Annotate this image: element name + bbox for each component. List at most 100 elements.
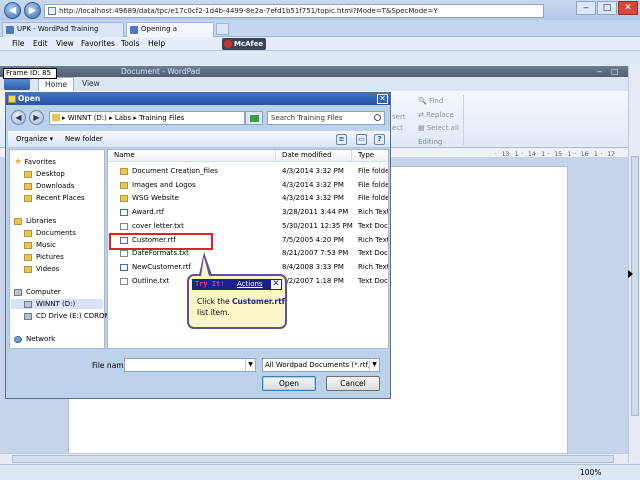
callout-close-icon[interactable]: ✕ [270, 279, 282, 290]
tab-opening-document[interactable]: Opening a Document [126, 22, 214, 46]
network-icon [14, 336, 22, 343]
browser-title-bar: ◀ ▶ http://localhost:49689/data/tpc/e17c… [0, 0, 640, 20]
new-folder-button[interactable]: New folder [65, 134, 103, 145]
file-row[interactable]: Document Creation_files 4/3/2014 3:32 PM F… [108, 165, 388, 178]
file-type-select[interactable]: All Wordpad Documents (*.rtf, *. ▼ [262, 358, 380, 372]
scroll-thumb[interactable] [12, 455, 614, 463]
chevron-down-icon[interactable]: ▼ [245, 359, 255, 371]
file-row[interactable]: WSG Website 4/3/2014 3:32 PM File folder [108, 192, 389, 205]
horizontal-scrollbar[interactable] [0, 453, 628, 464]
menu-favorites[interactable]: Favorites [81, 38, 115, 50]
file-date: 3/28/2011 3:44 PM [282, 208, 349, 217]
videos-icon [24, 266, 32, 273]
text-file-icon [120, 277, 128, 285]
breadcrumb-text: ▸ WINNT (D:) ▸ Labs ▸ Training Files [62, 114, 185, 122]
file-name: Award.rtf [132, 208, 165, 217]
chevron-down-icon[interactable]: ▼ [369, 359, 379, 371]
dialog-close-button[interactable]: ✕ [377, 94, 388, 104]
nav-documents[interactable]: Documents [24, 228, 76, 238]
dialog-forward-button[interactable]: ▶ [29, 110, 44, 125]
file-name-input[interactable]: ▼ [124, 358, 256, 372]
nav-recent-places[interactable]: Recent Places [24, 193, 85, 203]
refresh-icon [250, 115, 259, 122]
dialog-back-button[interactable]: ◀ [11, 110, 26, 125]
view-options-icon[interactable]: ≡ [336, 134, 347, 145]
page-icon [130, 26, 138, 34]
file-date: 5/30/2011 12:35 PM [282, 221, 353, 230]
file-row[interactable]: NewCustomer.rtf 8/4/2008 3:33 PM Rich Text… [108, 261, 389, 274]
tab-upk-training[interactable]: UPK - WordPad Training [2, 22, 124, 37]
dialog-title: Open [18, 94, 41, 103]
nav-computer[interactable]: Computer [14, 287, 61, 297]
file-type-value: All Wordpad Documents (*.rtf, *. [265, 361, 379, 369]
ruler-mark: · [613, 151, 616, 158]
zoom-level[interactable]: 100% [580, 467, 601, 479]
nav-pictures[interactable]: Pictures [24, 252, 64, 262]
mcafee-button[interactable]: McAfee [222, 38, 267, 50]
refresh-button[interactable] [245, 111, 263, 125]
forward-button[interactable]: ▶ [24, 2, 41, 19]
nav-network[interactable]: Network [14, 334, 55, 344]
wordpad-minimize-icon[interactable]: ‒ [597, 67, 602, 76]
organize-button[interactable]: Organize ▾ [16, 134, 53, 145]
wordpad-maximize-icon[interactable]: □ [611, 67, 619, 76]
file-date: 4/3/2014 3:32 PM [282, 167, 344, 175]
callout-text: Click the Customer.rtf list item. [197, 297, 285, 317]
help-icon[interactable]: ? [374, 134, 385, 145]
ribbon-tab-view[interactable]: View [82, 78, 100, 90]
column-header-name[interactable]: Name [108, 150, 276, 162]
preview-pane-icon[interactable]: ▭ [356, 134, 367, 145]
file-row[interactable]: Award.rtf 3/28/2011 3:44 PM Rich Text Fo [108, 206, 388, 219]
cd-drive-icon [24, 313, 32, 320]
nav-libraries[interactable]: Libraries [14, 216, 56, 226]
file-row[interactable]: cover letter.txt 5/30/2011 12:35 PM Text D… [108, 220, 388, 233]
nav-winnt-drive[interactable]: WINNT (D:) [11, 299, 103, 309]
column-header-type[interactable]: Type [352, 150, 388, 162]
frame-id-label: Frame ID: 85 [3, 68, 57, 79]
nav-favorites[interactable]: ★ Favorites [14, 157, 56, 167]
file-date: 7/2/2007 1:18 PM [282, 276, 344, 285]
wordpad-menu-button[interactable] [4, 78, 30, 90]
find-button[interactable]: 🔍 Find [418, 97, 443, 105]
new-tab-button[interactable] [216, 23, 229, 35]
file-type: File folder [358, 194, 389, 203]
nav-videos[interactable]: Videos [24, 264, 59, 274]
menu-help[interactable]: Help [148, 38, 165, 50]
nav-downloads[interactable]: Downloads [24, 181, 74, 191]
scroll-thumb[interactable] [631, 156, 639, 416]
actions-link[interactable]: Actions [237, 279, 263, 290]
ruler-mark: · [521, 151, 524, 158]
close-button[interactable]: ✕ [618, 1, 638, 15]
ribbon-tab-home[interactable]: Home [38, 77, 75, 91]
vertical-scrollbar[interactable] [628, 66, 640, 463]
tab-bar: UPK - WordPad Training Opening a Documen… [0, 20, 640, 46]
file-row[interactable]: Images and Logos 4/3/2014 3:32 PM File fol… [108, 179, 388, 192]
file-date: 4/3/2014 3:32 PM [282, 194, 344, 203]
menu-tools[interactable]: Tools [121, 38, 139, 50]
ruler-mark: · [587, 151, 590, 158]
mcafee-icon [224, 40, 232, 48]
menu-bar: File Edit View Favorites Tools Help McAf… [0, 37, 640, 51]
mouse-cursor-icon [628, 270, 633, 278]
back-button[interactable]: ◀ [4, 2, 21, 19]
replace-button[interactable]: ⇄ Replace [418, 111, 454, 119]
select-all-button[interactable]: ▦ Select all [418, 124, 459, 132]
column-header-date[interactable]: Date modified [276, 150, 352, 162]
cancel-button[interactable]: Cancel [326, 376, 380, 391]
nav-desktop[interactable]: Desktop [24, 169, 65, 179]
minimize-button[interactable]: ‒ [576, 1, 596, 15]
menu-file[interactable]: File [12, 38, 25, 50]
address-text: http://localhost:49689/data/tpc/e17c0cf2… [59, 7, 438, 15]
menu-edit[interactable]: Edit [33, 38, 48, 50]
search-icon [374, 114, 381, 121]
ribbon-separator [463, 95, 464, 145]
menu-view[interactable]: View [56, 38, 74, 50]
nav-cd-drive[interactable]: CD Drive (E:) CDROM [24, 311, 111, 321]
address-bar[interactable]: http://localhost:49689/data/tpc/e17c0cf2… [44, 4, 544, 18]
maximize-button[interactable]: □ [597, 1, 617, 15]
file-type: Rich Text Fo [358, 262, 389, 271]
search-input[interactable]: Search Training Files [267, 111, 385, 125]
breadcrumb[interactable]: ▸ WINNT (D:) ▸ Labs ▸ Training Files [49, 111, 245, 125]
nav-music[interactable]: Music [24, 240, 56, 250]
open-button[interactable]: Open [262, 376, 316, 391]
